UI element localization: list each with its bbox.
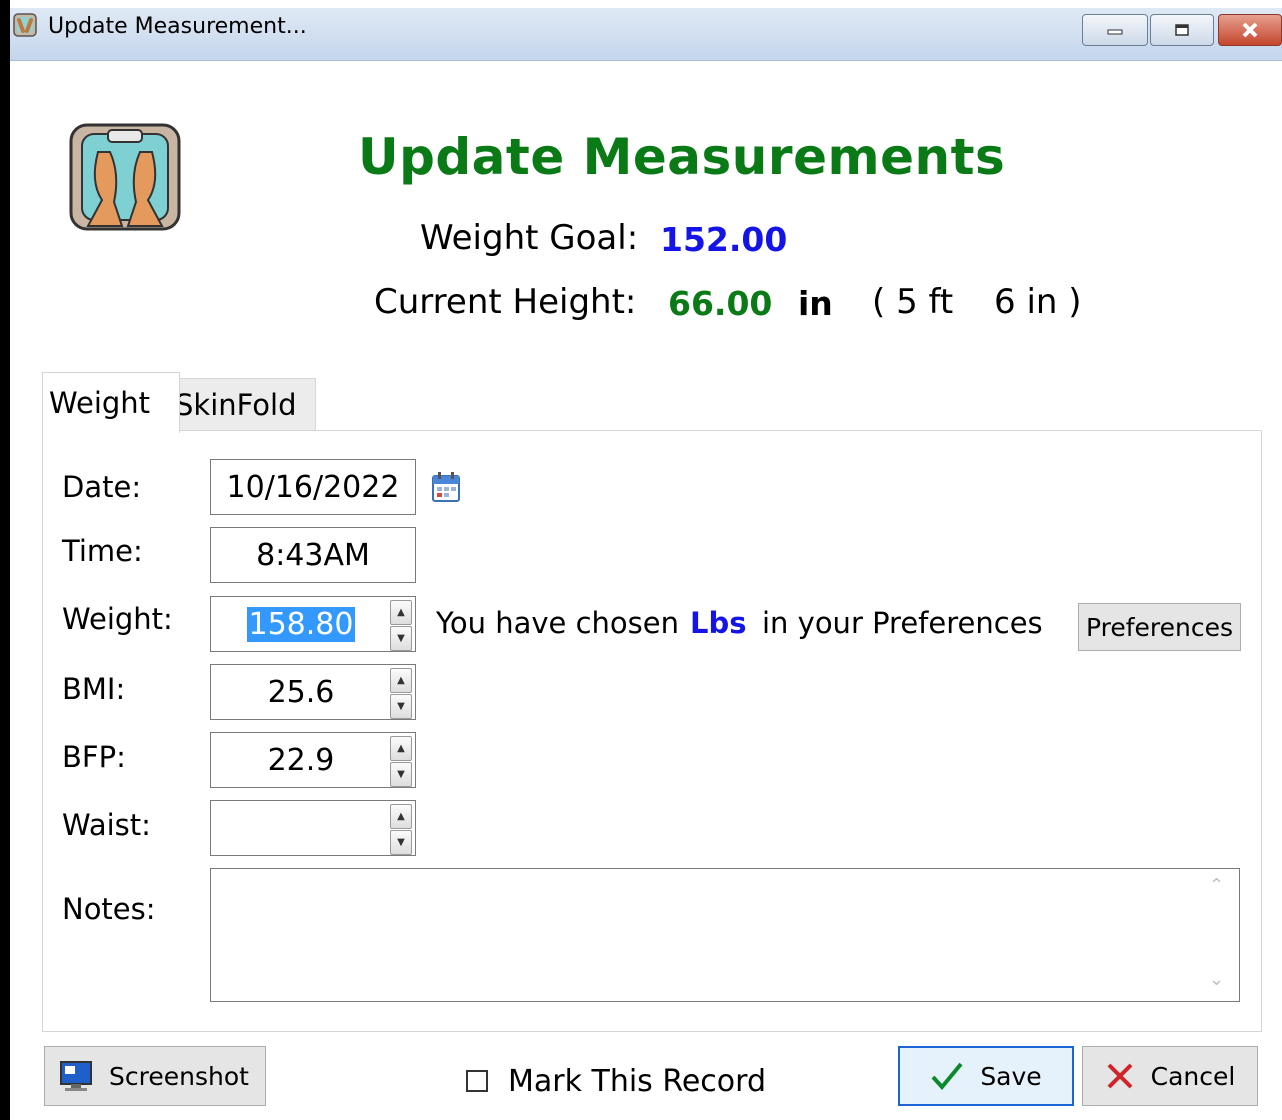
restore-button[interactable]: [1150, 14, 1214, 46]
notes-text: [211, 869, 1239, 881]
notes-label: Notes:: [62, 892, 156, 926]
bfp-input[interactable]: 22.9: [211, 733, 391, 787]
scale-feet-icon: [13, 13, 37, 37]
cancel-button[interactable]: Cancel: [1082, 1046, 1258, 1106]
date-label: Date:: [62, 470, 142, 504]
window-title: Update Measurement...: [48, 14, 307, 39]
spin-up-icon[interactable]: ▲: [390, 804, 412, 829]
window-border: [0, 0, 10, 1120]
spin-up-icon[interactable]: ▲: [390, 736, 412, 761]
minimize-button[interactable]: [1082, 14, 1148, 46]
scroll-up-icon[interactable]: ⌃: [1209, 875, 1224, 896]
date-field[interactable]: 10/16/2022: [210, 459, 416, 515]
spin-up-icon[interactable]: ▲: [390, 600, 412, 625]
notes-scrollbar[interactable]: ⌃ ⌄: [1201, 871, 1237, 999]
spin-down-icon[interactable]: ▼: [390, 762, 412, 787]
spin-up-icon[interactable]: ▲: [390, 668, 412, 693]
weight-unit: Lbs: [690, 606, 747, 640]
preferences-button[interactable]: Preferences: [1078, 603, 1241, 651]
weight-goal-label: Weight Goal:: [420, 218, 639, 258]
height-inches: 6 in ): [994, 282, 1082, 322]
weight-input[interactable]: 158.80: [246, 606, 356, 642]
height-label: Current Height:: [374, 282, 637, 322]
screenshot-button[interactable]: Screenshot: [44, 1046, 266, 1106]
weight-goal-value: 152.00: [660, 220, 788, 259]
weight-label: Weight:: [62, 602, 173, 636]
bmi-input[interactable]: 25.6: [211, 665, 391, 719]
time-field[interactable]: 8:43AM: [210, 527, 416, 583]
checkmark-icon: [931, 1062, 963, 1091]
waist-stepper[interactable]: ▲ ▼: [210, 800, 416, 856]
height-feet: ( 5 ft: [872, 282, 954, 322]
page-title: Update Measurements: [358, 128, 1006, 186]
restore-icon: [1175, 24, 1189, 36]
bmi-stepper[interactable]: 25.6 ▲ ▼: [210, 664, 416, 720]
scroll-down-icon[interactable]: ⌄: [1209, 969, 1224, 990]
time-label: Time:: [62, 534, 143, 568]
weight-stepper[interactable]: 158.80 ▲ ▼: [210, 596, 416, 652]
minimize-icon: [1107, 29, 1123, 35]
waist-label: Waist:: [62, 808, 151, 842]
bfp-stepper[interactable]: 22.9 ▲ ▼: [210, 732, 416, 788]
close-icon: [1242, 22, 1258, 38]
monitor-icon: [60, 1061, 92, 1091]
bmi-label: BMI:: [62, 672, 126, 706]
calendar-icon[interactable]: [432, 472, 460, 502]
mark-record-label[interactable]: Mark This Record: [508, 1064, 766, 1099]
waist-input[interactable]: [211, 801, 391, 855]
height-unit: in: [798, 284, 833, 323]
save-button[interactable]: Save: [898, 1046, 1074, 1106]
spin-down-icon[interactable]: ▼: [390, 694, 412, 719]
preferences-note-suffix: in your Preferences: [762, 606, 1043, 640]
preferences-note: You have chosen: [436, 606, 679, 640]
close-button[interactable]: [1218, 14, 1282, 46]
tab-skinfold[interactable]: SkinFold: [168, 378, 316, 431]
height-value: 66.00: [668, 284, 773, 323]
cancel-x-icon: [1107, 1063, 1133, 1089]
spin-down-icon[interactable]: ▼: [390, 626, 412, 651]
tab-weight[interactable]: Weight: [42, 372, 180, 433]
mark-record-checkbox[interactable]: [466, 1070, 488, 1092]
notes-textarea[interactable]: ⌃ ⌄: [210, 868, 1240, 1002]
spin-down-icon[interactable]: ▼: [390, 830, 412, 855]
screenshot-label: Screenshot: [109, 1061, 249, 1091]
bfp-label: BFP:: [62, 740, 126, 774]
bathroom-scale-icon: [69, 123, 181, 231]
save-label: Save: [980, 1061, 1042, 1091]
cancel-label: Cancel: [1150, 1061, 1236, 1091]
